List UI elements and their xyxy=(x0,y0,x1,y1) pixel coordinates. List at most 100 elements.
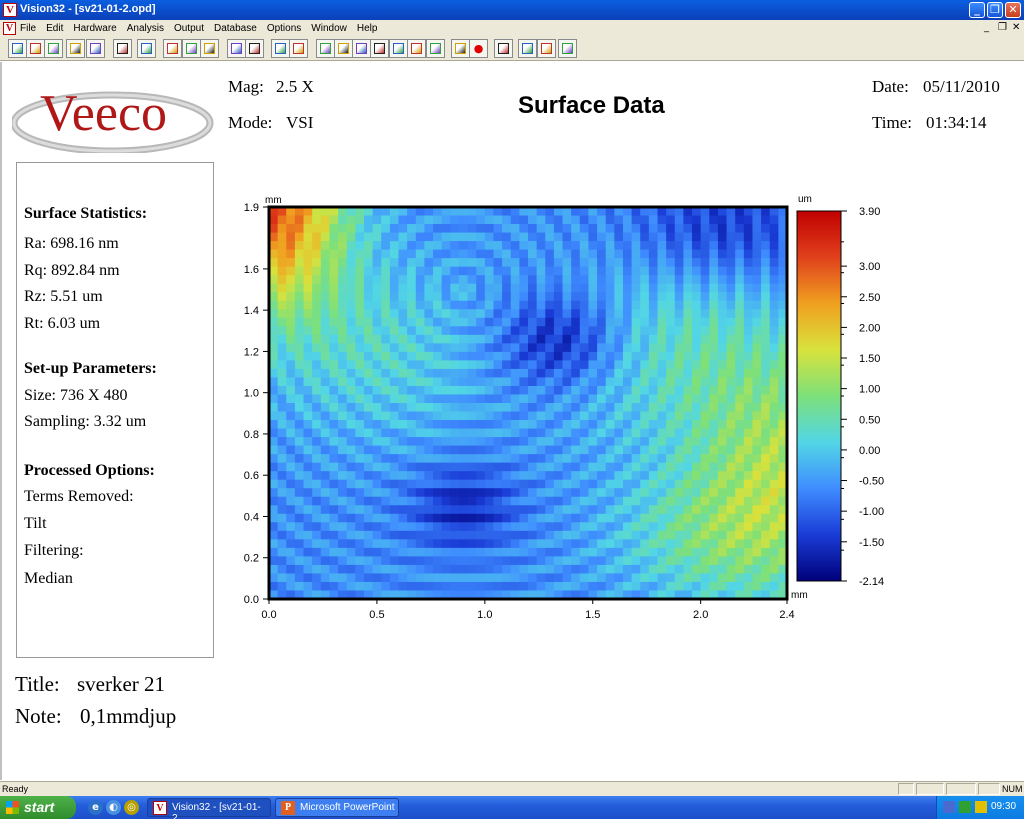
task-powerpoint[interactable]: P Microsoft PowerPoint ... xyxy=(275,798,399,824)
disabled-icon[interactable] xyxy=(451,39,470,58)
close-button[interactable]: ✕ xyxy=(1005,2,1021,18)
heatmap-cell xyxy=(709,266,719,276)
heatmap-cell xyxy=(597,496,607,506)
ie-icon[interactable]: e xyxy=(88,800,103,815)
minimize-button[interactable]: _ xyxy=(969,2,985,18)
heatmap-cell xyxy=(510,351,520,361)
restore-button[interactable]: ❐ xyxy=(987,2,1003,18)
window-title-bar[interactable]: V Vision32 - [sv21-01-2.opd] _ ❐ ✕ xyxy=(0,0,1024,20)
color-icon[interactable] xyxy=(200,39,219,58)
heatmap-cell xyxy=(614,403,624,413)
document-icon[interactable]: V xyxy=(3,22,16,35)
measure-icon[interactable] xyxy=(163,39,182,58)
heatmap-cell xyxy=(363,232,374,242)
heatmap-cell xyxy=(346,232,356,242)
heatmap-cell xyxy=(320,488,331,498)
save-icon[interactable] xyxy=(44,39,63,58)
media-icon[interactable]: ◎ xyxy=(124,800,139,815)
line-profile-icon[interactable] xyxy=(334,39,353,58)
heatmap-cell xyxy=(389,309,400,319)
settings-icon[interactable] xyxy=(518,39,537,58)
doc-restore-button[interactable]: ❐ xyxy=(998,22,1007,33)
heatmap-cell xyxy=(338,300,348,310)
heatmap-cell xyxy=(458,581,469,592)
vision-app-icon[interactable]: V xyxy=(3,3,17,17)
heatmap-cell xyxy=(553,556,564,566)
heatmap-cell xyxy=(726,522,736,532)
heatmap-cell xyxy=(545,292,555,302)
view1-icon[interactable] xyxy=(227,39,246,58)
slope-icon[interactable] xyxy=(407,39,426,58)
copy-icon[interactable] xyxy=(289,39,308,58)
menu-edit[interactable]: Edit xyxy=(46,23,63,34)
heatmap-cell xyxy=(510,445,520,455)
heatmap-cell xyxy=(648,317,659,327)
heatmap-cell xyxy=(622,334,633,344)
heatmap-cell xyxy=(614,368,624,379)
histogram-icon[interactable] xyxy=(389,39,408,58)
menu-analysis[interactable]: Analysis xyxy=(127,23,164,34)
record-icon[interactable]: ● xyxy=(469,39,488,58)
stop-icon[interactable] xyxy=(494,39,513,58)
ml-icon[interactable] xyxy=(558,39,577,58)
heatmap-cell xyxy=(735,581,745,592)
frame-icon[interactable] xyxy=(426,39,445,58)
heatmap-cell xyxy=(571,215,581,225)
heatmap-cell xyxy=(519,343,529,353)
heatmap-cell xyxy=(614,249,624,259)
stitch-icon[interactable] xyxy=(182,39,201,58)
view2-icon[interactable] xyxy=(245,39,264,58)
doc-minimize-button[interactable]: _ xyxy=(984,22,989,33)
explorer-icon[interactable]: ◐ xyxy=(106,800,121,815)
heatmap-cell xyxy=(597,513,607,523)
print-preview-icon[interactable] xyxy=(66,39,85,58)
task-vision32[interactable]: V Vision32 - [sv21-01-2... xyxy=(147,798,271,824)
menu-file[interactable]: File xyxy=(20,23,36,34)
heatmap-cell xyxy=(631,547,641,557)
menu-help[interactable]: Help xyxy=(357,23,378,34)
network-icon[interactable] xyxy=(943,801,955,813)
heatmap-cell xyxy=(743,266,754,276)
sparkle-icon[interactable] xyxy=(137,39,156,58)
heatmap-cell xyxy=(381,249,391,259)
heatmap-cell xyxy=(605,547,615,557)
heatmap-cell xyxy=(562,275,572,285)
heatmap-cell xyxy=(717,394,728,404)
heatmap-cell xyxy=(381,411,391,421)
heatmap-cell xyxy=(415,394,425,404)
doc-close-button[interactable]: ✕ xyxy=(1012,22,1020,33)
heatmap-cell xyxy=(717,505,728,515)
heatmap-cell xyxy=(338,283,348,293)
heatmap-cell xyxy=(614,351,624,361)
update-icon[interactable] xyxy=(975,801,987,813)
blank-page-icon[interactable] xyxy=(113,39,132,58)
cursor-icon[interactable] xyxy=(537,39,556,58)
menu-output[interactable]: Output xyxy=(174,23,204,34)
heatmap-cell xyxy=(614,522,624,532)
menu-hardware[interactable]: Hardware xyxy=(73,23,116,34)
heatmap-cell xyxy=(588,309,598,319)
palette-icon[interactable] xyxy=(316,39,335,58)
zoom-icon[interactable] xyxy=(370,39,389,58)
menu-window[interactable]: Window xyxy=(311,23,347,34)
shield-icon[interactable] xyxy=(959,801,971,813)
new-icon[interactable] xyxy=(8,39,27,58)
menu-options[interactable]: Options xyxy=(267,23,301,34)
heatmap-cell xyxy=(692,539,702,549)
start-button[interactable]: start xyxy=(0,796,76,819)
heatmap-cell xyxy=(493,292,503,302)
heatmap-cell xyxy=(294,564,305,575)
tools-icon[interactable] xyxy=(271,39,290,58)
heatmap-cell xyxy=(553,385,564,396)
heatmap-cell xyxy=(338,411,348,421)
3d-icon[interactable] xyxy=(352,39,371,58)
heatmap-cell xyxy=(657,564,667,575)
heatmap-cell xyxy=(709,258,719,268)
heatmap-cell xyxy=(320,539,331,549)
heatmap-cell xyxy=(415,539,425,549)
heatmap-cell xyxy=(312,292,322,302)
heatmap-cell xyxy=(553,522,564,532)
print-icon[interactable] xyxy=(86,39,105,58)
menu-database[interactable]: Database xyxy=(214,23,257,34)
open-icon[interactable] xyxy=(26,39,45,58)
